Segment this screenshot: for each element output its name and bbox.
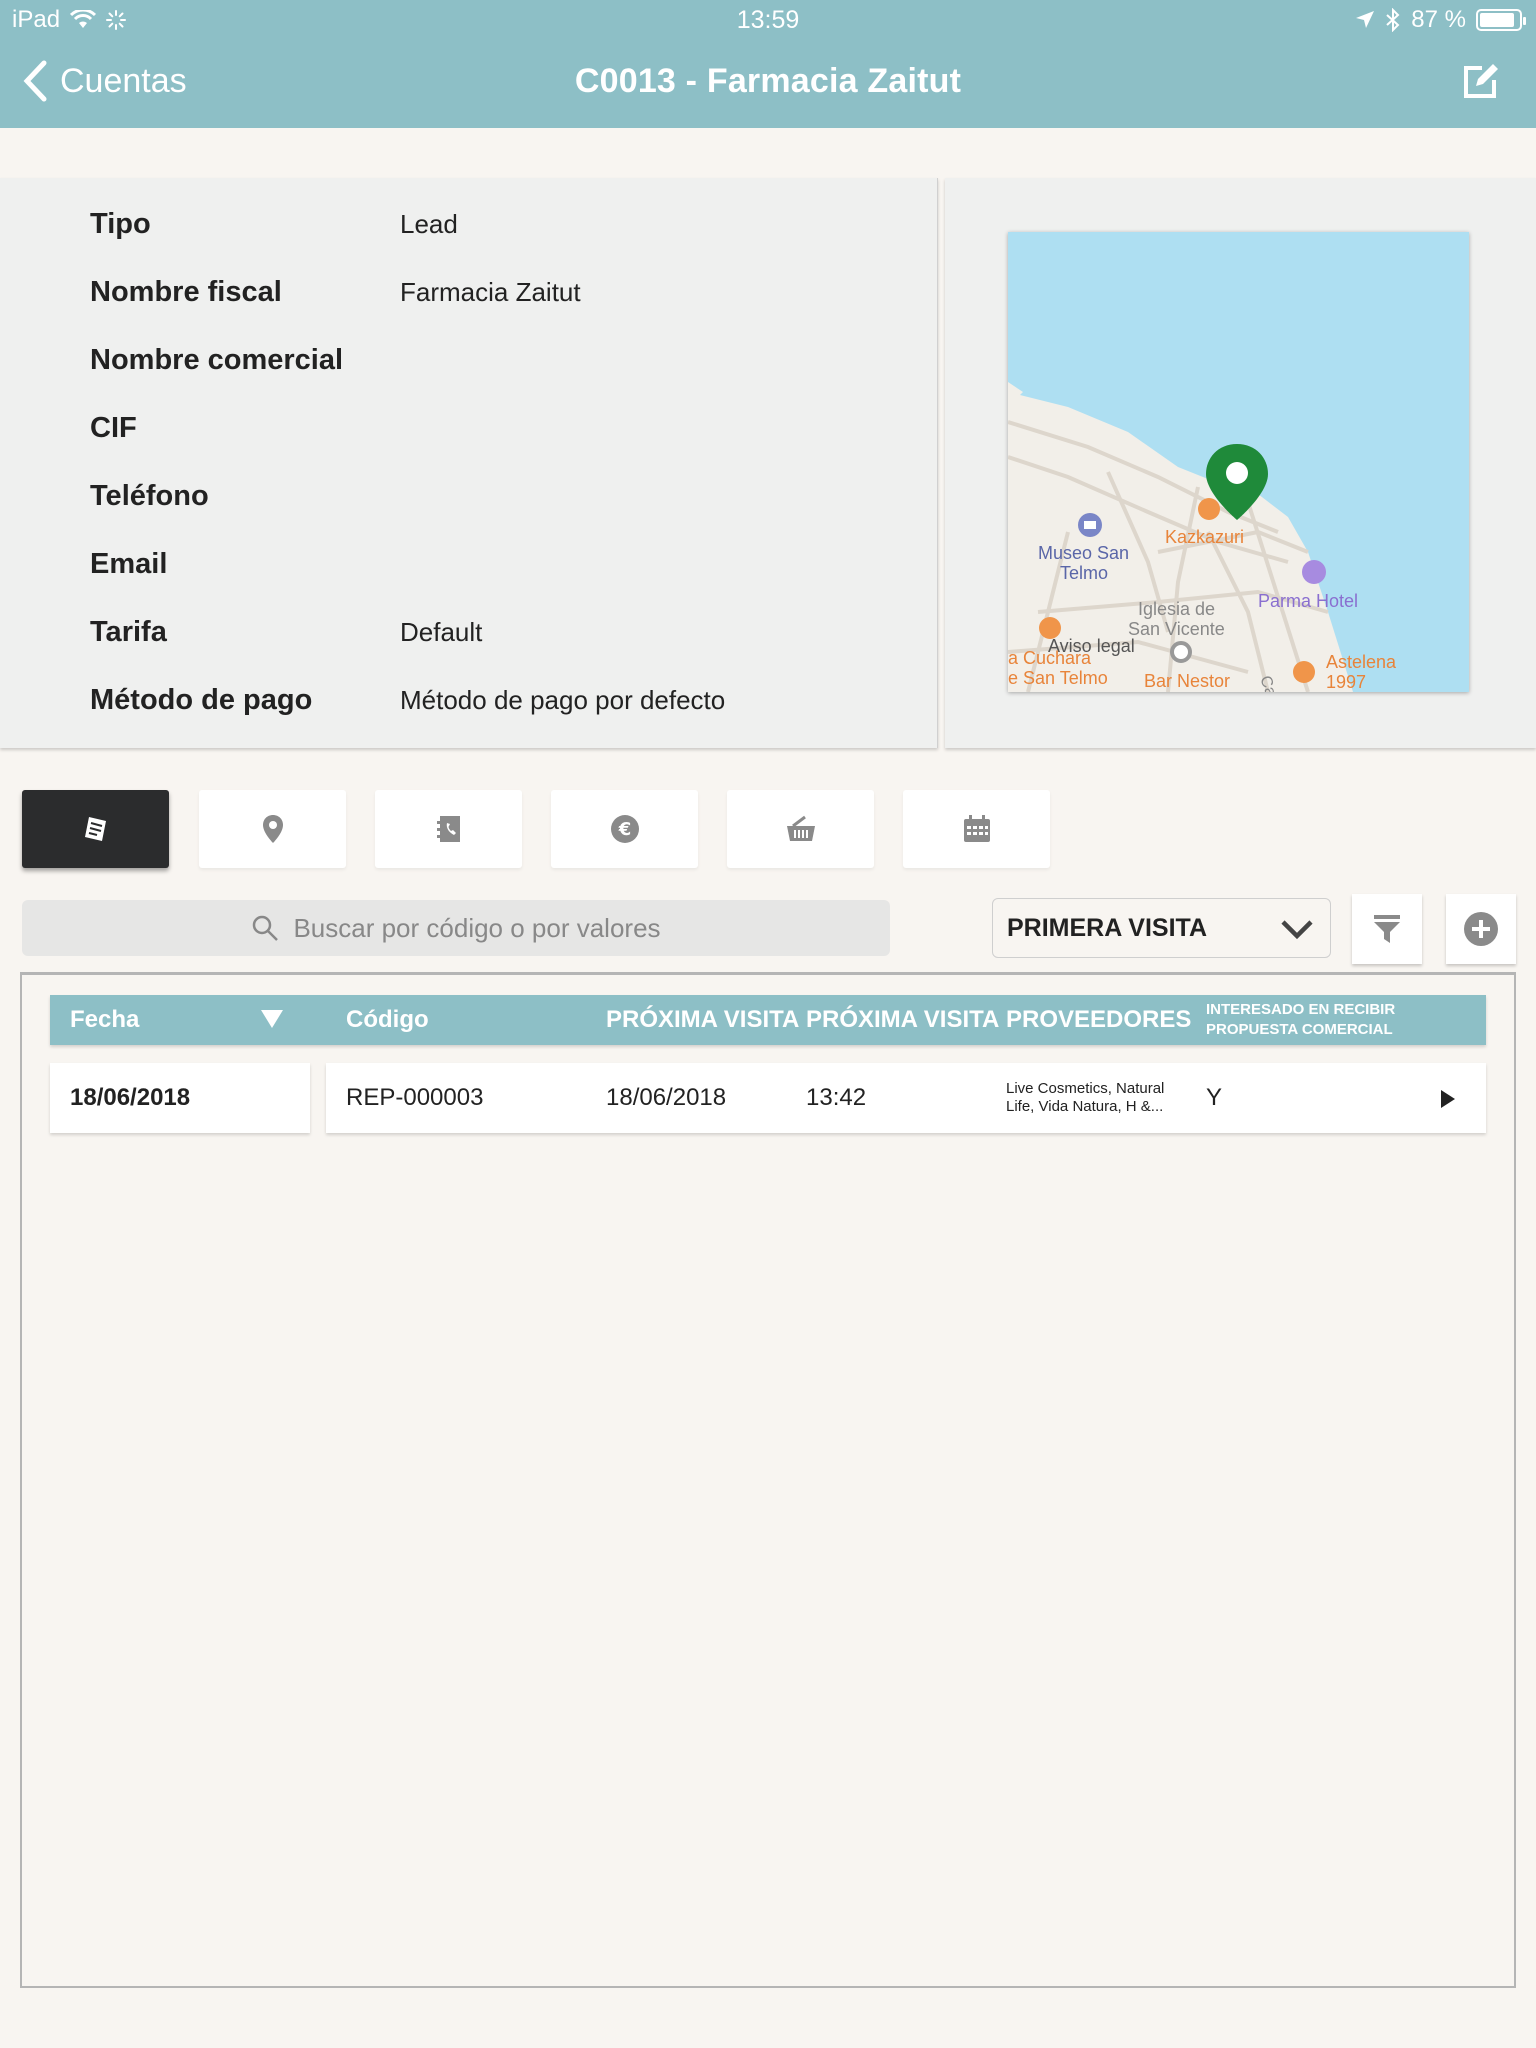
search-icon	[253, 915, 279, 941]
map-label-museo: Telmo	[1060, 563, 1108, 583]
info-row-nombre-fiscal: Nombre fiscal Farmacia Zaitut	[90, 272, 910, 312]
map-label-astelena: 1997	[1326, 672, 1366, 692]
restaurant-poi-icon	[1198, 498, 1220, 520]
info-label: Nombre comercial	[90, 343, 344, 376]
filter-icon	[1374, 915, 1400, 943]
info-value: Lead	[400, 208, 458, 239]
play-arrow-icon[interactable]	[1440, 1089, 1456, 1109]
info-row-email: Email	[90, 544, 910, 584]
edit-icon	[1464, 64, 1498, 98]
info-label: Nombre fiscal	[90, 275, 282, 308]
cell-proveedores-line: Live Cosmetics, Natural	[1006, 1080, 1165, 1097]
header-proxima-visita-fecha: PRÓXIMA VISITA	[606, 1006, 800, 1033]
battery-icon	[1476, 9, 1526, 31]
tab-billing[interactable]: €	[551, 790, 698, 868]
info-label: CIF	[90, 411, 137, 444]
map-label-cuchara: a Cuchara	[1008, 648, 1092, 668]
bluetooth-icon	[1386, 8, 1400, 32]
info-row-cif: CIF	[90, 408, 910, 448]
report-icon	[84, 817, 106, 841]
hotel-poi-icon	[1302, 560, 1326, 584]
info-row-metodo-pago: Método de pago Método de pago por defect…	[90, 680, 910, 720]
tab-calendar[interactable]	[903, 790, 1050, 868]
map-panel: Museo San Telmo Kazkazuri Parma Hotel Ig…	[945, 178, 1536, 748]
header-interesado-line: PROPUESTA COMERCIAL	[1206, 1021, 1393, 1038]
header-interesado-line: INTERESADO EN RECIBIR	[1206, 1001, 1396, 1018]
info-value: Método de pago por defecto	[400, 684, 726, 715]
map-label-astelena: Astelena	[1326, 652, 1397, 672]
page-title: C0013 - Farmacia Zaitut	[574, 62, 962, 100]
visits-table: Fecha Código PRÓXIMA VISITA PRÓXIMA VISI…	[20, 972, 1516, 1988]
info-label: Tarifa	[90, 615, 167, 648]
tab-reports[interactable]	[22, 790, 169, 868]
map-label-iglesia: San Vicente	[1128, 619, 1225, 639]
add-button[interactable]	[1446, 894, 1516, 964]
filter-button[interactable]	[1352, 894, 1422, 964]
info-label: Teléfono	[90, 479, 209, 512]
search-placeholder: Buscar por código o por valores	[293, 912, 661, 943]
location-arrow-icon	[1356, 11, 1375, 28]
sort-down-icon[interactable]	[260, 1009, 284, 1029]
cell-interesado: Y	[1206, 1084, 1223, 1111]
cell-codigo: REP-000003	[346, 1084, 484, 1111]
header-proxima-visita-hora: PRÓXIMA VISITA	[806, 1006, 1000, 1033]
calendar-icon	[963, 815, 990, 842]
status-time: 13:59	[736, 6, 800, 34]
header-interesado: INTERESADO EN RECIBIR PROPUESTA COMERCIA…	[1206, 995, 1395, 1045]
info-row-tipo: Tipo Lead	[90, 204, 910, 244]
svg-text:€: €	[617, 819, 631, 840]
battery-percent: 87 %	[1411, 6, 1466, 33]
search-input[interactable]: Buscar por código o por valores	[22, 900, 890, 956]
map-label-parma: Parma Hotel	[1258, 591, 1358, 611]
map-label-nestor: Bar Nestor	[1144, 671, 1230, 691]
location-icon	[262, 815, 283, 843]
map-label-cuchara: e San Telmo	[1008, 668, 1108, 688]
visit-type-select[interactable]: PRIMERA VISITA	[992, 898, 1331, 958]
table-row-date[interactable]: 18/06/2018	[50, 1063, 310, 1133]
header-codigo: Código	[346, 1006, 429, 1033]
add-icon	[1464, 912, 1498, 946]
restaurant-poi-icon	[1293, 661, 1315, 683]
status-bar: iPad 13:59 87 %	[0, 0, 1536, 40]
info-value: Default	[400, 616, 483, 647]
map-label-kazkazuri: Kazkazuri	[1165, 527, 1244, 547]
account-info-panel: Tipo Lead Nombre fiscal Farmacia Zaitut …	[0, 178, 938, 748]
info-value: Farmacia Zaitut	[400, 276, 581, 307]
info-row-telefono: Teléfono	[90, 476, 910, 516]
map-label-museo: Museo San	[1038, 543, 1129, 563]
cell-proveedores-line: Life, Vida Natura, H &...	[1006, 1098, 1164, 1115]
table-header: Fecha Código PRÓXIMA VISITA PRÓXIMA VISI…	[50, 995, 1486, 1045]
basket-icon	[786, 815, 815, 841]
location-map[interactable]: Museo San Telmo Kazkazuri Parma Hotel Ig…	[1008, 232, 1469, 692]
tab-location[interactable]	[199, 790, 346, 868]
chevron-down-icon	[1281, 920, 1313, 940]
top-bar: iPad 13:59 87 % Cuentas C0013 - Farmacia…	[0, 0, 1536, 128]
map-label-iglesia: Iglesia de	[1138, 599, 1215, 619]
visit-type-selected: PRIMERA VISITA	[1007, 913, 1208, 942]
table-row[interactable]: REP-000003 18/06/2018 13:42 Live Cosmeti…	[326, 1063, 1486, 1133]
header-proveedores: PROVEEDORES	[1006, 1006, 1192, 1033]
info-label: Método de pago	[90, 683, 313, 716]
cell-proveedores: Live Cosmetics, Natural Life, Vida Natur…	[1006, 1063, 1164, 1133]
header-fecha[interactable]: Fecha	[70, 995, 139, 1045]
tab-contacts[interactable]	[375, 790, 522, 868]
church-poi-icon	[1170, 641, 1192, 663]
edit-button[interactable]	[1460, 62, 1500, 102]
info-row-nombre-comercial: Nombre comercial	[90, 340, 910, 380]
info-label: Tipo	[90, 207, 151, 240]
info-label: Email	[90, 547, 168, 580]
cell-proxima-hora: 13:42	[806, 1084, 867, 1111]
tab-orders[interactable]	[727, 790, 874, 868]
euro-icon: €	[610, 815, 639, 843]
cell-proxima-fecha: 18/06/2018	[606, 1084, 727, 1111]
contacts-icon	[436, 816, 460, 842]
info-row-tarifa: Tarifa Default	[90, 612, 910, 652]
